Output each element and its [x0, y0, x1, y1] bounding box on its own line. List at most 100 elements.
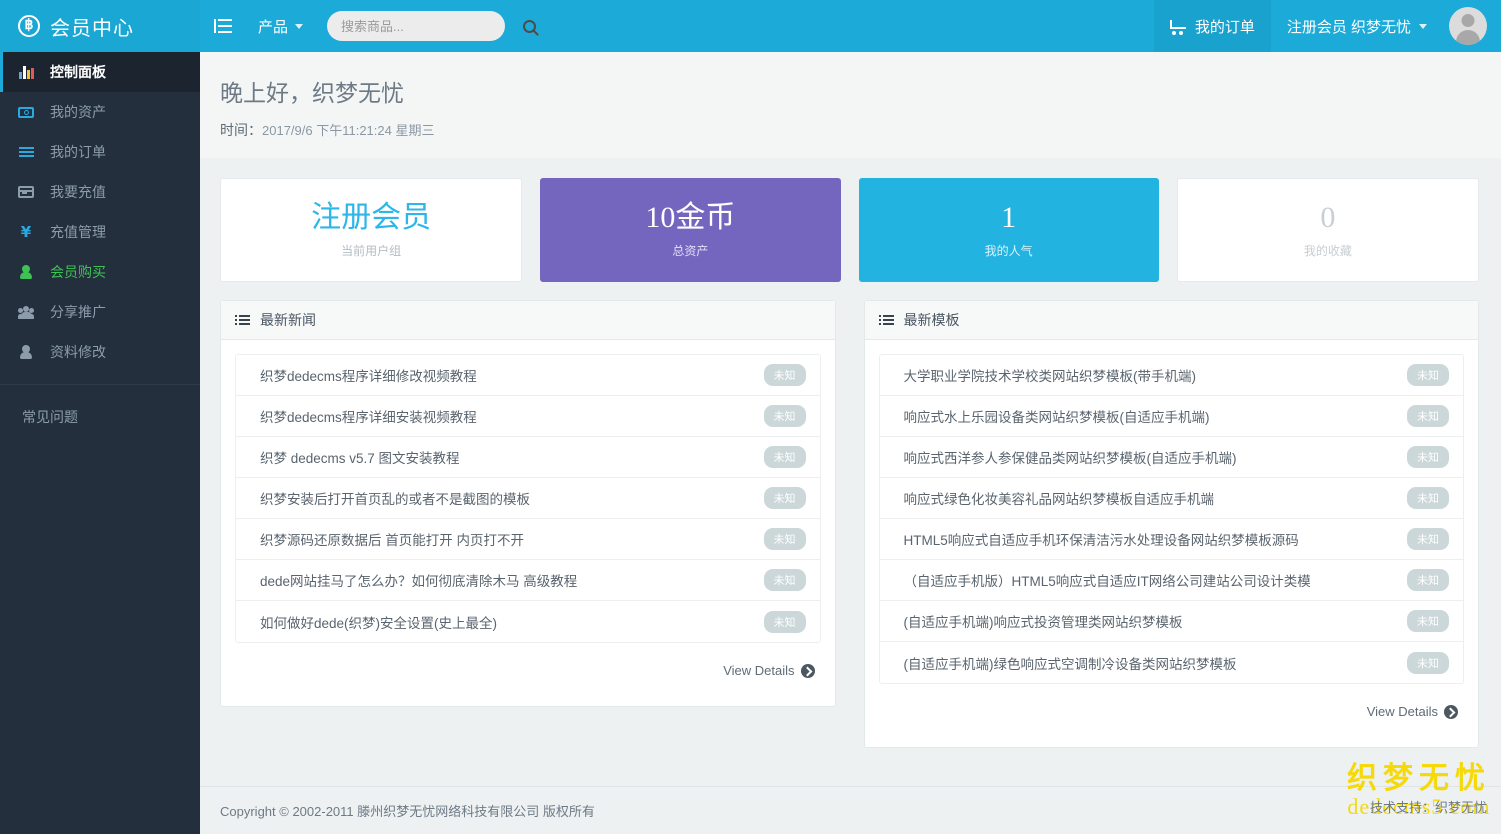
- search-box[interactable]: [327, 11, 505, 41]
- templates-list: 大学职业学院技术学校类网站织梦模板(带手机端) 未知 响应式水上乐园设备类网站织…: [879, 354, 1465, 684]
- list-icon: [235, 315, 250, 326]
- stat-card-value: 1: [1001, 201, 1016, 236]
- list-item-label: 织梦dedecms程序详细安装视频教程: [260, 406, 477, 426]
- list-icon: [879, 315, 894, 326]
- tech-support-text: 技术支持：织梦无忧: [1370, 797, 1487, 816]
- sidebar-item-label: 我的订单: [50, 142, 106, 162]
- user-menu-label: 注册会员 织梦无忧: [1287, 16, 1411, 37]
- sidebar-item-recharge[interactable]: 我要充值: [0, 172, 200, 212]
- sidebar-item-orders[interactable]: 我的订单: [0, 132, 200, 172]
- status-badge: 未知: [1407, 487, 1449, 509]
- money-icon: [18, 107, 34, 118]
- list-item-label: 响应式水上乐园设备类网站织梦模板(自适应手机端): [904, 406, 1210, 426]
- list-item[interactable]: (自适应手机端)绿色响应式空调制冷设备类网站织梦模板 未知: [880, 642, 1464, 683]
- list-item[interactable]: HTML5响应式自适应手机环保清洁污水处理设备网站织梦模板源码 未知: [880, 519, 1464, 560]
- list-item[interactable]: 响应式西洋参人参保健品类网站织梦模板(自适应手机端) 未知: [880, 437, 1464, 478]
- current-time: 时间：2017/9/6 下午11:21:24 星期三: [220, 120, 1479, 140]
- list-item-label: (自适应手机端)绿色响应式空调制冷设备类网站织梦模板: [904, 653, 1237, 673]
- list-item-label: dede网站挂马了怎么办？如何彻底清除木马 高级教程: [260, 570, 577, 590]
- top-bar: ฿ 会员中心 产品 我的订单 注册会员 织梦无忧: [0, 0, 1501, 52]
- list-item-label: 织梦 dedecms v5.7 图文安装教程: [260, 447, 460, 467]
- sidebar-item-profile-edit[interactable]: 资料修改: [0, 332, 200, 372]
- search-input[interactable]: [341, 19, 517, 34]
- my-orders-button[interactable]: 我的订单: [1154, 0, 1271, 52]
- sidebar-section-faq[interactable]: 常见问题: [0, 385, 200, 427]
- panel-header: 最新模板: [865, 301, 1479, 340]
- status-badge: 未知: [764, 364, 806, 386]
- main-content: 晚上好，织梦无忧 时间：2017/9/6 下午11:21:24 星期三 注册会员…: [200, 52, 1501, 834]
- list-item[interactable]: 织梦dedecms程序详细安装视频教程 未知: [236, 396, 820, 437]
- sidebar-item-label: 充值管理: [50, 222, 106, 242]
- bitcoin-icon: ฿: [18, 15, 40, 37]
- panel-body: 织梦dedecms程序详细修改视频教程 未知 织梦dedecms程序详细安装视频…: [221, 340, 835, 706]
- view-details-label: View Details: [1367, 704, 1438, 719]
- greeting-block: 晚上好，织梦无忧 时间：2017/9/6 下午11:21:24 星期三: [200, 52, 1501, 158]
- content-panels: 最新新闻 织梦dedecms程序详细修改视频教程 未知 织梦dedecms程序详…: [200, 282, 1501, 748]
- list-item-label: 响应式绿色化妆美容礼品网站织梦模板自适应手机端: [904, 488, 1215, 508]
- stat-card-popularity[interactable]: 1 我的人气: [859, 178, 1159, 282]
- sidebar: 控制面板 我的资产 我的订单 我要充值 ¥ 充值管理 会员购买 分享推广: [0, 52, 200, 834]
- user-menu[interactable]: 注册会员 织梦无忧: [1271, 0, 1443, 52]
- time-label: 时间：: [220, 122, 262, 138]
- list-item[interactable]: 如何做好dede(织梦)安全设置(史上最全) 未知: [236, 601, 820, 642]
- top-nav-right: 我的订单 注册会员 织梦无忧: [1154, 0, 1501, 52]
- stat-cards: 注册会员 当前用户组 10金币 总资产 1 我的人气 0 我的收藏: [200, 158, 1501, 282]
- time-value: 2017/9/6 下午11:21:24 星期三: [262, 123, 434, 138]
- list-item[interactable]: 织梦安装后打开首页乱的或者不是截图的模板 未知: [236, 478, 820, 519]
- status-badge: 未知: [1407, 364, 1449, 386]
- sidebar-item-dashboard[interactable]: 控制面板: [0, 52, 200, 92]
- list-item[interactable]: 织梦 dedecms v5.7 图文安装教程 未知: [236, 437, 820, 478]
- group-icon: [18, 306, 34, 319]
- brand-title: 会员中心: [50, 12, 134, 41]
- avatar-wrapper[interactable]: [1443, 7, 1501, 45]
- list-item[interactable]: 织梦源码还原数据后 首页能打开 内页打不开 未知: [236, 519, 820, 560]
- latest-news-panel: 最新新闻 织梦dedecms程序详细修改视频教程 未知 织梦dedecms程序详…: [220, 300, 836, 707]
- list-item[interactable]: 大学职业学院技术学校类网站织梦模板(带手机端) 未知: [880, 355, 1464, 396]
- list-item[interactable]: 响应式水上乐园设备类网站织梦模板(自适应手机端) 未知: [880, 396, 1464, 437]
- sidebar-item-share-promote[interactable]: 分享推广: [0, 292, 200, 332]
- list-item-label: （自适应手机版）HTML5响应式自适应IT网络公司建站公司设计类模: [904, 570, 1311, 590]
- latest-templates-panel: 最新模板 大学职业学院技术学校类网站织梦模板(带手机端) 未知 响应式水上乐园设…: [864, 300, 1480, 748]
- view-details-label: View Details: [723, 663, 794, 678]
- news-view-details-link[interactable]: View Details: [235, 643, 821, 692]
- list-item[interactable]: dede网站挂马了怎么办？如何彻底清除木马 高级教程 未知: [236, 560, 820, 601]
- sidebar-item-recharge-manage[interactable]: ¥ 充值管理: [0, 212, 200, 252]
- stat-card-label: 我的人气: [985, 242, 1033, 259]
- user-outline-icon: [18, 345, 34, 359]
- status-badge: 未知: [764, 405, 806, 427]
- sidebar-toggle-button[interactable]: [200, 0, 246, 52]
- footer: Copyright © 2002-2011 滕州织梦无忧网络科技有限公司 版权所…: [200, 786, 1501, 834]
- bar-chart-icon: [18, 66, 34, 79]
- status-badge: 未知: [1407, 569, 1449, 591]
- sidebar-item-member-purchase[interactable]: 会员购买: [0, 252, 200, 292]
- list-item-label: (自适应手机端)响应式投资管理类网站织梦模板: [904, 611, 1183, 631]
- stat-card-value: 注册会员: [311, 201, 431, 236]
- page-title: 晚上好，织梦无忧: [220, 74, 1479, 108]
- product-menu[interactable]: 产品: [246, 0, 315, 52]
- list-item-label: 织梦源码还原数据后 首页能打开 内页打不开: [260, 529, 524, 549]
- search-icon[interactable]: [523, 20, 536, 33]
- news-list: 织梦dedecms程序详细修改视频教程 未知 织梦dedecms程序详细安装视频…: [235, 354, 821, 643]
- stat-card-usergroup[interactable]: 注册会员 当前用户组: [220, 178, 522, 282]
- list-item-label: 大学职业学院技术学校类网站织梦模板(带手机端): [904, 365, 1197, 385]
- list-item[interactable]: 响应式绿色化妆美容礼品网站织梦模板自适应手机端 未知: [880, 478, 1464, 519]
- list-item[interactable]: （自适应手机版）HTML5响应式自适应IT网络公司建站公司设计类模 未知: [880, 560, 1464, 601]
- status-badge: 未知: [764, 569, 806, 591]
- stat-card-assets[interactable]: 10金币 总资产: [540, 178, 840, 282]
- panel-title: 最新新闻: [260, 310, 316, 330]
- list-icon: [18, 147, 34, 158]
- brand-logo[interactable]: ฿ 会员中心: [0, 0, 200, 52]
- yen-icon: ¥: [18, 225, 34, 240]
- sidebar-item-assets[interactable]: 我的资产: [0, 92, 200, 132]
- panel-header: 最新新闻: [221, 301, 835, 340]
- user-icon: [18, 265, 34, 279]
- status-badge: 未知: [764, 446, 806, 468]
- list-item[interactable]: 织梦dedecms程序详细修改视频教程 未知: [236, 355, 820, 396]
- list-item[interactable]: (自适应手机端)响应式投资管理类网站织梦模板 未知: [880, 601, 1464, 642]
- stat-card-favorites[interactable]: 0 我的收藏: [1177, 178, 1479, 282]
- sidebar-item-label: 我的资产: [50, 102, 106, 122]
- list-item-label: HTML5响应式自适应手机环保清洁污水处理设备网站织梦模板源码: [904, 529, 1299, 549]
- avatar[interactable]: [1449, 7, 1487, 45]
- templates-view-details-link[interactable]: View Details: [879, 684, 1465, 733]
- status-badge: 未知: [1407, 528, 1449, 550]
